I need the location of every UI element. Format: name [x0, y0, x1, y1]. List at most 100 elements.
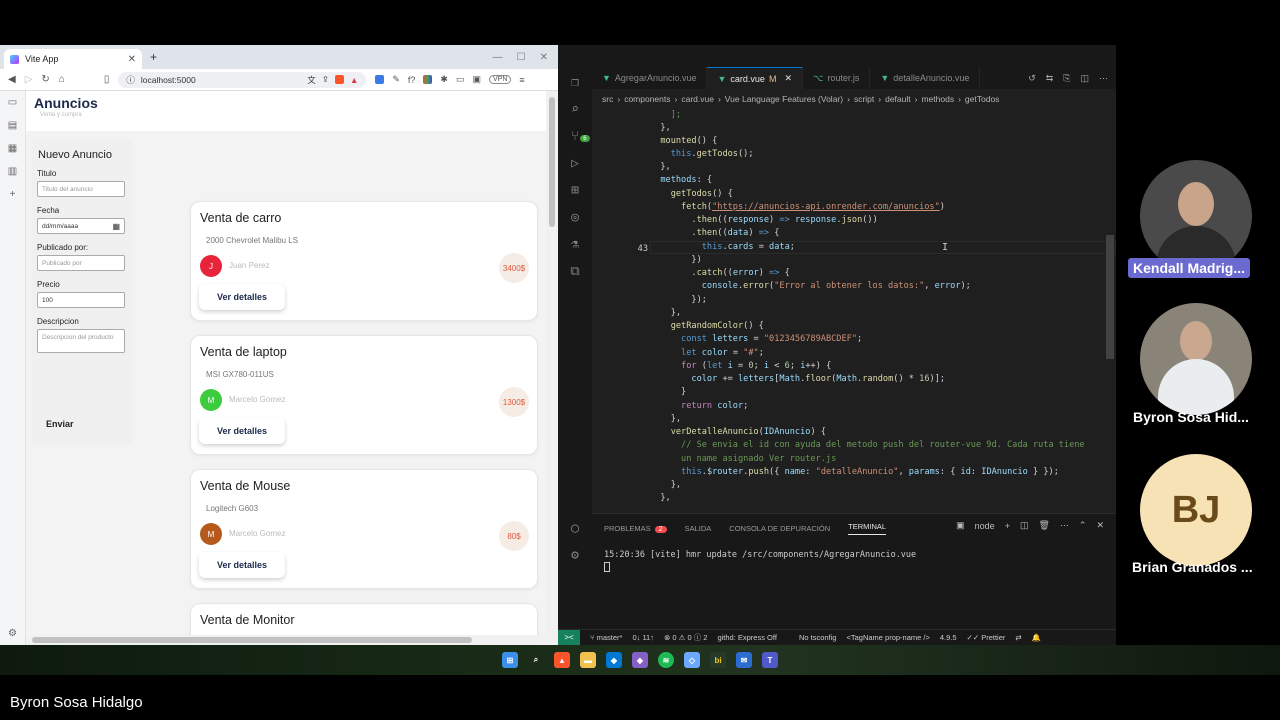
tagname-status[interactable]: <TagName prop-name />	[846, 633, 929, 642]
spotify-icon[interactable]: ≋	[658, 652, 674, 668]
published-input[interactable]: Publicado por	[37, 255, 125, 271]
problems-status[interactable]: ⊗ 0 ⚠ 0 ⓘ 2	[664, 632, 707, 643]
back-icon[interactable]: ◀	[8, 74, 16, 85]
timeline-icon[interactable]: ↺	[1028, 73, 1036, 84]
breadcrumb-item[interactable]: default	[885, 94, 911, 104]
mail-icon[interactable]: ✉	[736, 652, 752, 668]
price-input[interactable]: 100	[37, 292, 125, 308]
tab-detalle-anuncio[interactable]: ▼ detalleAnuncio.vue	[870, 67, 981, 89]
extension-blue-icon[interactable]	[375, 75, 385, 84]
file-explorer-icon[interactable]: ▬	[580, 652, 596, 668]
vpn-button[interactable]: VPN	[489, 75, 512, 84]
sidebar-settings-icon[interactable]: ⚙	[8, 628, 17, 639]
window-close-icon[interactable]: ✕	[540, 52, 548, 63]
more-actions-icon[interactable]: ⋯	[1060, 520, 1069, 531]
sidebar-toggle-icon[interactable]: ▭	[456, 74, 465, 85]
more-actions-icon[interactable]: ⋯	[1099, 73, 1108, 84]
power-bi-icon[interactable]: bi	[710, 652, 726, 668]
terminal-cursor[interactable]	[604, 562, 610, 572]
split-editor-icon[interactable]: ◫	[1080, 73, 1089, 84]
extension-multi-icon[interactable]	[423, 75, 433, 84]
tab-router-js[interactable]: ⌥ router.js	[803, 67, 871, 89]
page-scrollbar-vertical[interactable]	[546, 91, 558, 645]
tab-debug-console[interactable]: CONSOLA DE DEPURACIÓN	[729, 524, 830, 533]
extensions-puzzle-icon[interactable]: ✱	[440, 74, 448, 85]
testing-icon[interactable]: ⚗	[571, 237, 579, 252]
tab-output[interactable]: SALIDA	[685, 524, 712, 533]
tab-terminal[interactable]: TERMINAL	[848, 522, 887, 535]
code-editor[interactable]: 43 ]; }, mounted() { this.getTodos(); },…	[592, 109, 1116, 509]
open-changes-icon[interactable]: ⎘	[1063, 73, 1070, 84]
source-control-icon[interactable]: ⑂ 6	[571, 129, 590, 144]
breadcrumb-item[interactable]: Vue Language Features (Volar)	[725, 94, 843, 104]
address-bar[interactable]: ⓘ localhost:5000 文 ⇪ ▲	[118, 71, 367, 88]
page-scrollbar-horizontal[interactable]	[26, 635, 546, 645]
font-icon[interactable]: f?	[408, 75, 416, 85]
breadcrumb-item[interactable]: methods	[921, 94, 954, 104]
sidebar-history-icon[interactable]: ▥	[8, 166, 17, 177]
view-details-button[interactable]: Ver detalles	[199, 418, 285, 444]
search-icon[interactable]: ⌕	[528, 652, 544, 668]
calendar-icon[interactable]: ▦	[112, 222, 120, 231]
breadcrumb-item[interactable]: card.vue	[681, 94, 714, 104]
description-input[interactable]: Descripcion del producto	[37, 329, 125, 353]
title-input[interactable]: Titulo del anuncio	[37, 181, 125, 197]
scroll-thumb[interactable]	[549, 97, 555, 227]
breadcrumb-item[interactable]: getTodos	[965, 94, 1000, 104]
split-terminal-icon[interactable]: ◫	[1020, 520, 1029, 531]
brave-browser-icon[interactable]: ▲	[554, 652, 570, 668]
breadcrumb-item[interactable]: src	[602, 94, 613, 104]
view-details-button[interactable]: Ver detalles	[199, 284, 285, 310]
translate-icon[interactable]: 文	[307, 74, 316, 86]
maximize-panel-icon[interactable]: ⌃	[1079, 520, 1087, 531]
run-debug-icon[interactable]: ▷	[571, 156, 579, 171]
ts-version-status[interactable]: 4.9.5	[940, 633, 957, 642]
editor-scrollbar[interactable]	[1106, 235, 1114, 359]
share-icon[interactable]: ⇪	[322, 74, 329, 85]
vscode-icon[interactable]: ◆	[606, 652, 622, 668]
menu-icon[interactable]: ≡	[519, 75, 524, 85]
remote-indicator-icon[interactable]: ><	[558, 629, 580, 645]
breadcrumb-item[interactable]: components	[624, 94, 670, 104]
tab-card-vue[interactable]: ▼ card.vue M ✕	[707, 67, 803, 89]
close-icon[interactable]: ✕	[784, 73, 792, 84]
githd-status[interactable]: githd: Express Off	[717, 633, 776, 642]
explorer-icon[interactable]: ❐	[571, 75, 579, 90]
tab-agregar-anuncio[interactable]: ▼ AgregarAnuncio.vue	[592, 67, 708, 89]
breadcrumb-item[interactable]: script	[854, 94, 874, 104]
prettier-status[interactable]: ✓✓ Prettier	[967, 633, 1006, 642]
scroll-thumb-h[interactable]	[32, 637, 472, 643]
kill-terminal-icon[interactable]: 🗑	[1038, 520, 1049, 531]
tab-problems[interactable]: PROBLEMAS 2	[604, 524, 667, 533]
brave-rewards-icon[interactable]: ▲	[350, 75, 358, 85]
new-tab-button[interactable]: +	[150, 50, 157, 64]
accounts-icon[interactable]: ◯	[571, 521, 579, 536]
branch-status[interactable]: ⑂ master*	[590, 633, 622, 642]
new-terminal-icon[interactable]: +	[1005, 521, 1010, 531]
remote-explorer-icon[interactable]: ◎	[571, 210, 579, 225]
sidebar-tabs-icon[interactable]: ▭	[8, 97, 17, 108]
compare-icon[interactable]: ⇆	[1046, 73, 1054, 84]
view-details-button[interactable]: Ver detalles	[199, 552, 285, 578]
tsconfig-status[interactable]: No tsconfig	[799, 633, 837, 642]
browser-tab[interactable]: Vite App ✕	[4, 49, 142, 69]
notifications-icon[interactable]: 🔔	[1032, 633, 1041, 642]
sidebar-reading-list-icon[interactable]: ▦	[8, 143, 17, 154]
terminal-shell-name[interactable]: node	[975, 521, 995, 531]
reload-icon[interactable]: ↻	[41, 74, 49, 85]
sidebar-bookmarks-icon[interactable]: ▤	[8, 120, 17, 131]
maximize-icon[interactable]: ☐	[517, 52, 526, 63]
search-icon[interactable]: ⌕	[571, 102, 579, 117]
visual-studio-icon[interactable]: ◆	[632, 652, 648, 668]
bookmark-icon[interactable]: ▯	[104, 74, 110, 85]
sidebar-add-icon[interactable]: +	[10, 189, 16, 200]
extensions-icon[interactable]: ⊞	[571, 183, 579, 198]
live-share-icon[interactable]: ⇄	[1015, 633, 1021, 642]
close-tab-icon[interactable]: ✕	[128, 54, 136, 65]
box-app-icon[interactable]: ◇	[684, 652, 700, 668]
teams-icon[interactable]: T	[762, 652, 778, 668]
forward-icon[interactable]: ▷	[25, 74, 33, 85]
manage-gear-icon[interactable]: ⚙	[571, 548, 579, 563]
home-icon[interactable]: ⌂	[59, 74, 65, 85]
submit-button[interactable]: Enviar	[46, 419, 74, 429]
